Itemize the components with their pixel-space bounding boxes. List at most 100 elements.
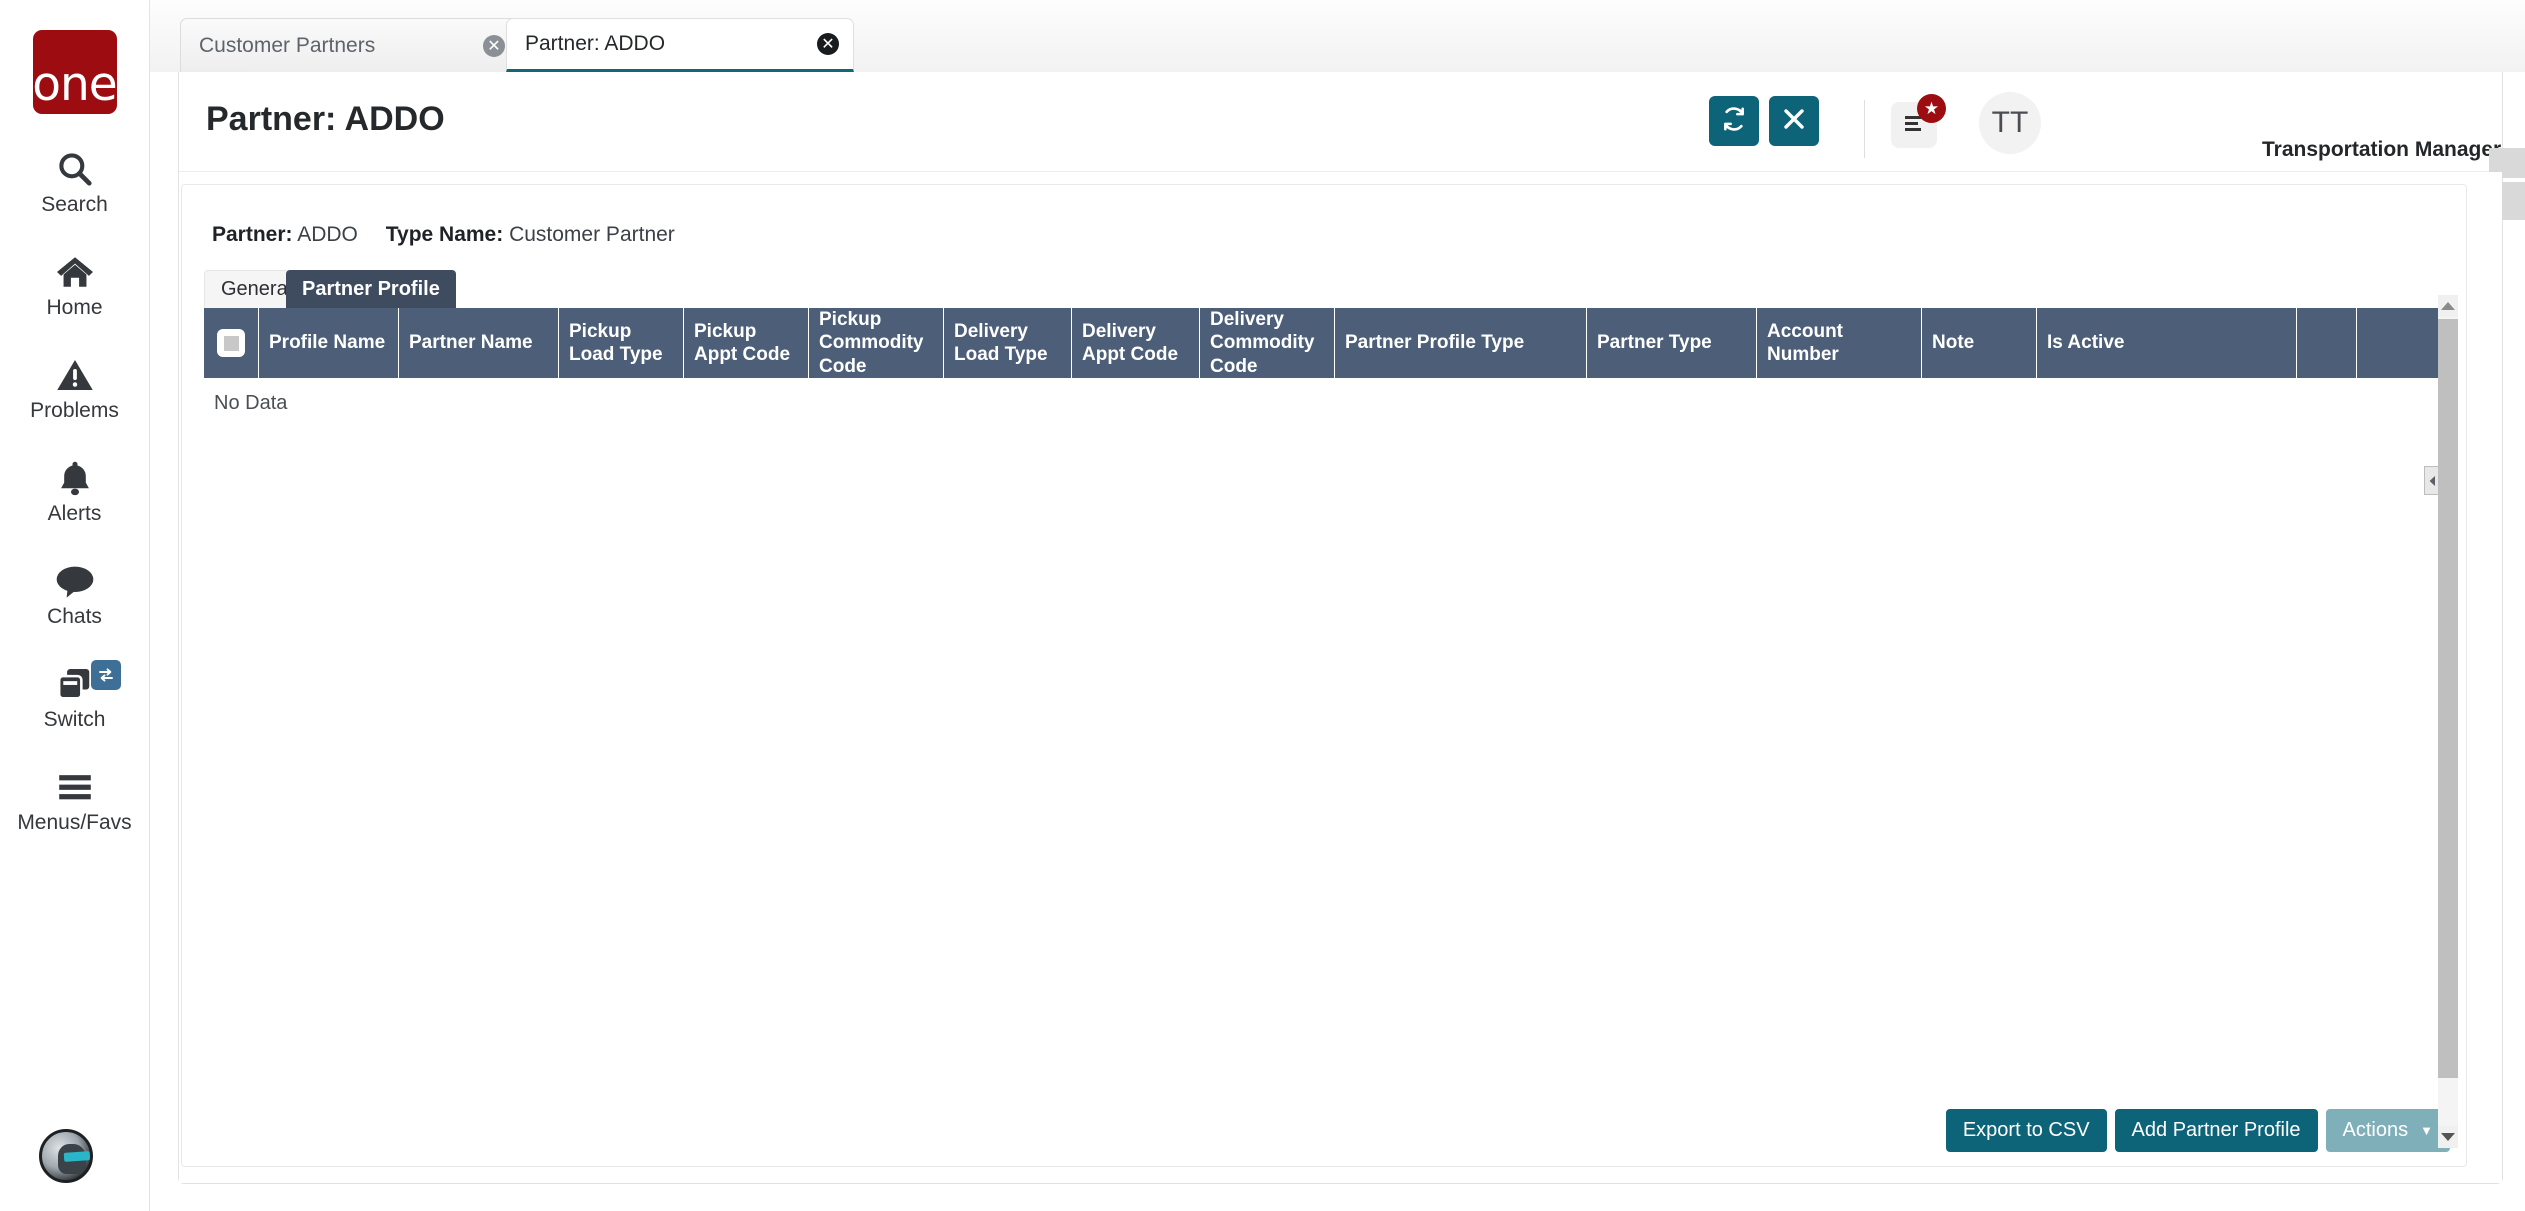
- column-header-label: Account Number: [1767, 320, 1843, 365]
- sidebar-item-label: Menus/Favs: [17, 811, 132, 834]
- home-icon: [55, 251, 95, 293]
- column-header[interactable]: Partner Name: [399, 308, 559, 378]
- tab-partner-profile[interactable]: Partner Profile: [286, 270, 456, 308]
- header-divider: [1864, 100, 1865, 158]
- column-header-label: Is Active: [2047, 332, 2125, 354]
- sidebar-item-menus-favs[interactable]: Menus/Favs: [0, 766, 150, 835]
- summary-partner-label: Partner:: [212, 223, 293, 246]
- column-header[interactable]: [2297, 308, 2357, 378]
- button-label: Add Partner Profile: [2131, 1119, 2301, 1141]
- brand-logo-text: one: [32, 57, 117, 113]
- data-grid-header-row: Profile Name Partner Name Pickup Load Type…: [204, 308, 2449, 378]
- entity-summary: Partner: ADDO Type Name: Customer Partne…: [212, 223, 697, 247]
- column-header-label: Partner Profile Type: [1345, 332, 1525, 354]
- robot-head-avatar[interactable]: [39, 1129, 93, 1183]
- column-header-label: Partner Type: [1597, 332, 1712, 354]
- summary-type-value: Customer Partner: [509, 223, 675, 246]
- brand-logo[interactable]: one: [32, 30, 117, 114]
- user-role-label: Transportation Manager: [2262, 138, 2502, 161]
- column-header-label: Delivery Commodity Code: [1210, 309, 1315, 377]
- column-header[interactable]: Delivery Appt Code: [1072, 308, 1200, 378]
- button-label: Actions: [2342, 1119, 2409, 1141]
- left-navigation-rail: one Search Home Problems Alerts Chats Sw…: [0, 0, 150, 1211]
- scroll-down-arrow-icon[interactable]: [2438, 1126, 2458, 1148]
- scroll-up-arrow-icon[interactable]: [2438, 295, 2458, 317]
- column-header-label: Pickup Appt Code: [694, 320, 791, 365]
- sidebar-item-label: Home: [46, 296, 103, 319]
- add-partner-profile-button[interactable]: Add Partner Profile: [2114, 1109, 2318, 1152]
- browser-tab-customer-partners[interactable]: Customer Partners ✕: [180, 18, 520, 72]
- browser-tab-label: Customer Partners: [199, 33, 376, 57]
- scrollbar-thumb[interactable]: [2438, 319, 2458, 1078]
- sidebar-item-label: Alerts: [47, 502, 102, 525]
- content-card: Partner: ADDO Type Name: Customer Partne…: [179, 172, 2502, 1183]
- entity-tab-strip: General Partner Profile: [204, 270, 2466, 308]
- column-header-label: Delivery Load Type: [954, 320, 1048, 365]
- page-shell: Partner: ADDO ★ TT Transportation Manage…: [178, 72, 2525, 1184]
- sidebar-item-home[interactable]: Home: [0, 251, 150, 320]
- data-grid-empty-message: No Data: [214, 392, 288, 414]
- column-header[interactable]: Partner Type: [1587, 308, 1757, 378]
- grid-action-buttons: Export to CSV Add Partner Profile Actions ▼: [1945, 1109, 2450, 1152]
- select-all-column[interactable]: [204, 308, 259, 378]
- avatar-visor-shape: [63, 1151, 90, 1162]
- column-header[interactable]: Delivery Load Type: [944, 308, 1072, 378]
- sidebar-item-label: Search: [41, 193, 108, 216]
- tab-label: Partner Profile: [302, 277, 440, 300]
- column-header-label: Pickup Load Type: [569, 320, 663, 365]
- page-title: Partner: ADDO: [206, 100, 445, 138]
- close-circle-icon[interactable]: ✕: [817, 33, 839, 55]
- vertical-scrollbar[interactable]: [2438, 295, 2458, 1148]
- page-header: Partner: ADDO ★ TT Transportation Manage…: [179, 72, 2525, 220]
- caret-down-icon: ▼: [2420, 1123, 2433, 1138]
- summary-partner-value: ADDO: [297, 223, 358, 246]
- swap-arrows-icon[interactable]: [90, 660, 121, 690]
- chat-bubble-icon: [55, 560, 95, 602]
- column-header-label: Partner Name: [409, 332, 533, 354]
- x-icon: [1783, 108, 1805, 135]
- star-icon[interactable]: ★: [1917, 94, 1946, 123]
- button-label: Export to CSV: [1962, 1119, 2090, 1141]
- search-icon: [56, 148, 94, 190]
- column-header[interactable]: Partner Profile Type: [1335, 308, 1587, 378]
- sidebar-item-problems[interactable]: Problems: [0, 354, 150, 423]
- column-header[interactable]: Pickup Appt Code: [684, 308, 809, 378]
- column-header[interactable]: Is Active: [2037, 308, 2297, 378]
- warning-triangle-icon: [56, 354, 94, 396]
- browser-tab-partner-addo[interactable]: Partner: ADDO ✕: [506, 18, 854, 72]
- content-panel: Partner: ADDO Type Name: Customer Partne…: [181, 184, 2467, 1167]
- column-header[interactable]: Note: [1922, 308, 2037, 378]
- column-header-label: Note: [1932, 332, 1975, 354]
- sidebar-item-label: Problems: [30, 399, 119, 422]
- close-page-button[interactable]: [1769, 96, 1819, 146]
- column-header[interactable]: Account Number: [1757, 308, 1922, 378]
- column-header[interactable]: Pickup Load Type: [559, 308, 684, 378]
- browser-tab-bar: Customer Partners ✕ Partner: ADDO ✕: [150, 0, 2525, 72]
- column-header-label: Profile Name: [269, 332, 386, 354]
- avatar[interactable]: TT: [1979, 92, 2041, 154]
- summary-type-label: Type Name:: [385, 223, 504, 246]
- close-circle-icon[interactable]: ✕: [483, 34, 505, 57]
- bell-icon: [58, 457, 92, 499]
- sidebar-item-chats[interactable]: Chats: [0, 560, 150, 629]
- refresh-icon: [1721, 106, 1747, 137]
- export-to-csv-button[interactable]: Export to CSV: [1945, 1109, 2107, 1152]
- sidebar-item-label: Switch: [43, 708, 106, 731]
- sidebar-item-label: Chats: [47, 605, 102, 628]
- sidebar-item-alerts[interactable]: Alerts: [0, 457, 150, 526]
- sidebar-item-switch[interactable]: Switch: [0, 660, 150, 732]
- column-header[interactable]: Delivery Commodity Code: [1200, 308, 1335, 378]
- checkbox-icon[interactable]: [217, 329, 245, 357]
- windows-stack-icon: [56, 663, 94, 705]
- sidebar-item-search[interactable]: Search: [0, 148, 150, 217]
- column-header[interactable]: Profile Name: [259, 308, 399, 378]
- tab-label: General: [221, 278, 293, 300]
- column-header-label: Pickup Commodity Code: [819, 309, 924, 377]
- avatar-initials: TT: [1991, 106, 2029, 139]
- data-grid: Profile Name Partner Name Pickup Load Type…: [204, 308, 2466, 1096]
- refresh-button[interactable]: [1709, 96, 1759, 146]
- actions-button[interactable]: Actions ▼: [2325, 1109, 2450, 1152]
- hamburger-icon: [56, 766, 94, 808]
- column-header-label: Delivery Appt Code: [1082, 320, 1179, 365]
- column-header[interactable]: Pickup Commodity Code: [809, 308, 944, 378]
